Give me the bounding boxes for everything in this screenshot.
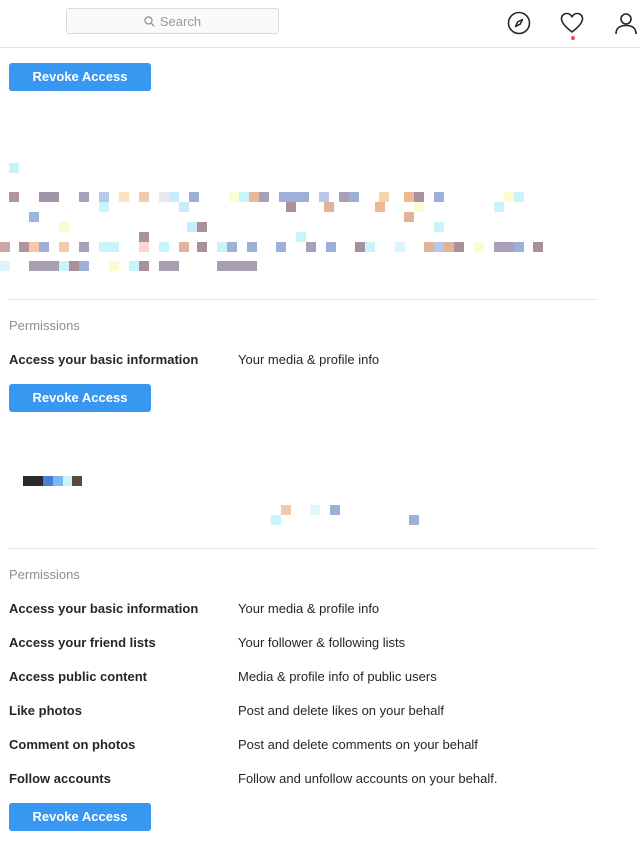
permission-description: Media & profile info of public users <box>238 669 437 684</box>
permission-description: Post and delete likes on your behalf <box>238 703 444 718</box>
compass-icon[interactable] <box>506 10 532 36</box>
permissions-heading: Permissions <box>9 318 80 333</box>
permission-name: Comment on photos <box>9 737 136 752</box>
permissions-heading: Permissions <box>9 567 80 582</box>
permission-description: Post and delete comments on your behalf <box>238 737 478 752</box>
permission-name: Access your basic information <box>9 601 199 616</box>
search-input[interactable]: Search <box>66 8 279 34</box>
user-icon[interactable] <box>613 10 639 36</box>
section-divider <box>9 299 597 300</box>
section-divider <box>9 548 597 549</box>
permission-description: Your media & profile info <box>238 352 380 367</box>
permission-name: Access public content <box>9 669 147 684</box>
heart-icon[interactable] <box>559 10 585 36</box>
notification-dot <box>571 36 575 40</box>
permission-description: Your follower & following lists <box>238 635 406 650</box>
revoke-access-button[interactable]: Revoke Access <box>9 63 151 91</box>
top-navigation-bar: Search <box>0 0 640 48</box>
revoke-access-button[interactable]: Revoke Access <box>9 384 151 412</box>
redacted-app-details <box>0 470 600 530</box>
redacted-app-details <box>0 160 600 275</box>
permission-description: Your media & profile info <box>238 601 380 616</box>
revoke-access-button[interactable]: Revoke Access <box>9 803 151 831</box>
search-icon <box>144 15 155 27</box>
permission-name: Follow accounts <box>9 771 111 786</box>
permission-name: Access your friend lists <box>9 635 156 650</box>
search-placeholder: Search <box>159 13 202 29</box>
permission-name: Like photos <box>9 703 82 718</box>
permission-name: Access your basic information <box>9 352 199 367</box>
permission-description: Follow and unfollow accounts on your beh… <box>238 771 498 786</box>
